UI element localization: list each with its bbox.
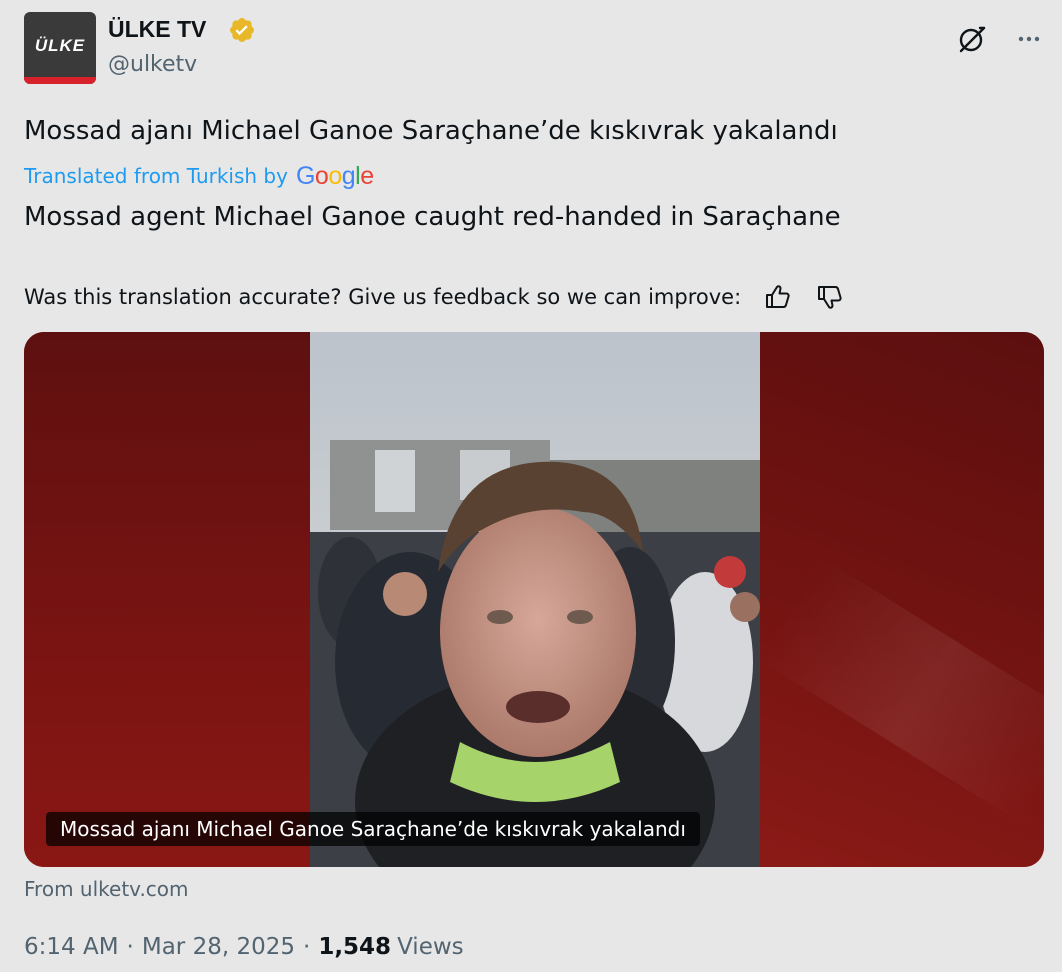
meta-separator: ·: [303, 934, 311, 960]
feedback-prompt: Was this translation accurate? Give us f…: [24, 285, 742, 309]
avatar-logo-text: ÜLKE: [34, 36, 86, 55]
tweet-card: ÜLKE ÜLKE TV @ulketv Mossad ajanı Michae…: [0, 0, 1062, 972]
tweet-time[interactable]: 6:14 AM: [24, 934, 119, 960]
verified-badge-icon: [230, 18, 254, 42]
video-player[interactable]: Mossad ajanı Michael Ganoe Saraçhane’de …: [24, 332, 1044, 867]
views-label: Views: [397, 934, 464, 960]
google-logo: Google: [295, 161, 374, 190]
translated-from-label[interactable]: Translated from Turkish by: [24, 164, 288, 188]
media-background-left: [24, 332, 310, 867]
thumbs-up-icon[interactable]: [763, 282, 793, 312]
video-frame: [310, 332, 760, 867]
avatar-stripe: [24, 77, 96, 84]
video-still-image: [310, 332, 760, 867]
more-icon[interactable]: [1012, 22, 1046, 56]
translation-feedback: Was this translation accurate? Give us f…: [24, 282, 845, 312]
thumbs-down-icon[interactable]: [815, 282, 845, 312]
tweet-translated-text: Mossad agent Michael Ganoe caught red-ha…: [24, 202, 841, 232]
translation-attribution: Translated from Turkish by Google: [24, 161, 374, 191]
tweet-metadata: 6:14 AM · Mar 28, 2025 · 1,548 Views: [24, 934, 464, 960]
avatar[interactable]: ÜLKE: [24, 12, 96, 84]
grok-icon[interactable]: [955, 22, 989, 56]
author-display-name[interactable]: ÜLKE TV: [108, 16, 206, 43]
meta-separator: ·: [126, 934, 134, 960]
video-caption: Mossad ajanı Michael Ganoe Saraçhane’de …: [46, 812, 700, 846]
views-count: 1,548: [318, 934, 392, 960]
source-link[interactable]: From ulketv.com: [24, 877, 189, 901]
tweet-original-text: Mossad ajanı Michael Ganoe Saraçhane’de …: [24, 116, 838, 146]
tweet-date[interactable]: Mar 28, 2025: [142, 934, 295, 960]
author-handle[interactable]: @ulketv: [108, 52, 197, 77]
